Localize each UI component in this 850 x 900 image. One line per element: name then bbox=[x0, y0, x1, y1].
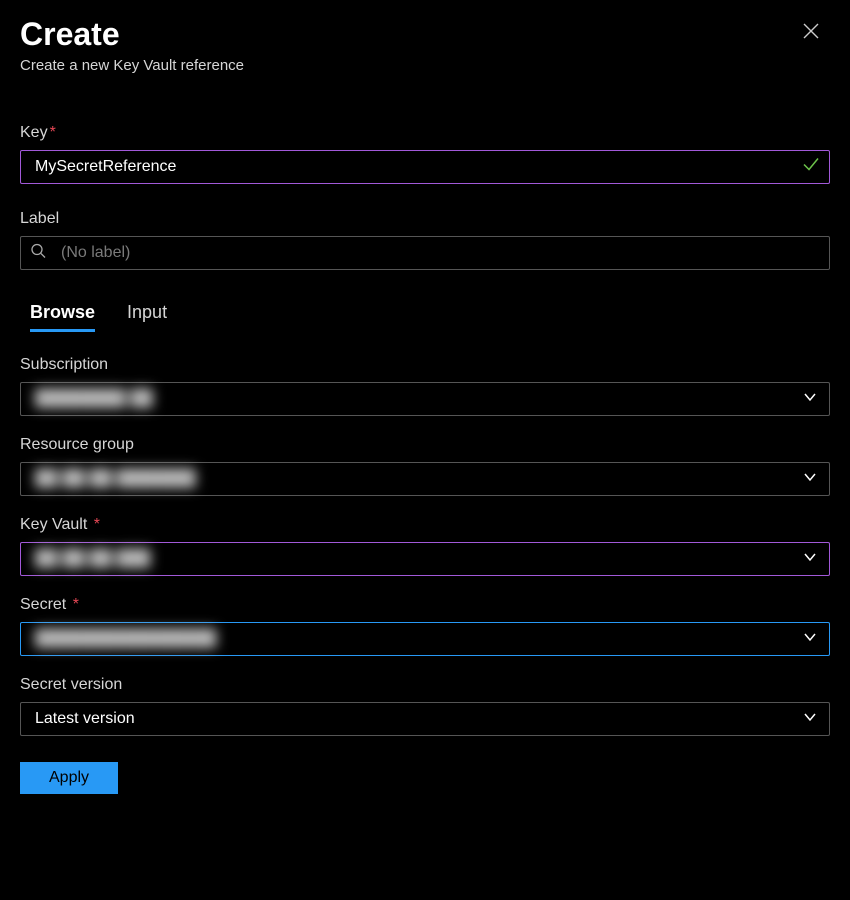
required-asterisk: * bbox=[89, 516, 100, 533]
page-subtitle: Create a new Key Vault reference bbox=[20, 57, 244, 74]
label-field-label: Label bbox=[20, 210, 830, 228]
chevron-down-icon bbox=[803, 550, 817, 569]
key-label: Key* bbox=[20, 124, 830, 142]
chevron-down-icon bbox=[803, 390, 817, 409]
apply-button[interactable]: Apply bbox=[20, 762, 118, 794]
key-vault-value: ██ ██ ██ ███ bbox=[35, 550, 150, 568]
key-vault-label: Key Vault * bbox=[20, 516, 830, 534]
subscription-label: Subscription bbox=[20, 356, 830, 374]
key-vault-select[interactable]: ██ ██ ██ ███ bbox=[20, 542, 830, 576]
required-asterisk: * bbox=[50, 124, 56, 141]
secret-label: Secret * bbox=[20, 596, 830, 614]
resource-group-value: ██ ██ ██ ███████ bbox=[35, 470, 196, 488]
tab-bar: Browse Input bbox=[20, 302, 830, 332]
secret-value: ████████████████ bbox=[35, 630, 216, 648]
resource-group-select[interactable]: ██ ██ ██ ███████ bbox=[20, 462, 830, 496]
secret-version-label: Secret version bbox=[20, 676, 830, 694]
key-input[interactable] bbox=[20, 150, 830, 184]
tab-input[interactable]: Input bbox=[127, 302, 167, 332]
secret-label-text: Secret bbox=[20, 596, 66, 613]
chevron-down-icon bbox=[803, 630, 817, 649]
close-button[interactable] bbox=[802, 22, 820, 45]
key-label-text: Key bbox=[20, 124, 48, 141]
secret-select[interactable]: ████████████████ bbox=[20, 622, 830, 656]
close-icon bbox=[802, 27, 820, 44]
subscription-value: ████████ ██ bbox=[35, 390, 153, 408]
chevron-down-icon bbox=[803, 470, 817, 489]
tab-browse[interactable]: Browse bbox=[30, 302, 95, 332]
key-vault-label-text: Key Vault bbox=[20, 516, 87, 533]
secret-version-value: Latest version bbox=[35, 710, 135, 728]
chevron-down-icon bbox=[803, 710, 817, 729]
page-title: Create bbox=[20, 16, 244, 53]
resource-group-label: Resource group bbox=[20, 436, 830, 454]
subscription-select[interactable]: ████████ ██ bbox=[20, 382, 830, 416]
secret-version-select[interactable]: Latest version bbox=[20, 702, 830, 736]
label-input[interactable] bbox=[20, 236, 830, 270]
required-asterisk: * bbox=[68, 596, 79, 613]
